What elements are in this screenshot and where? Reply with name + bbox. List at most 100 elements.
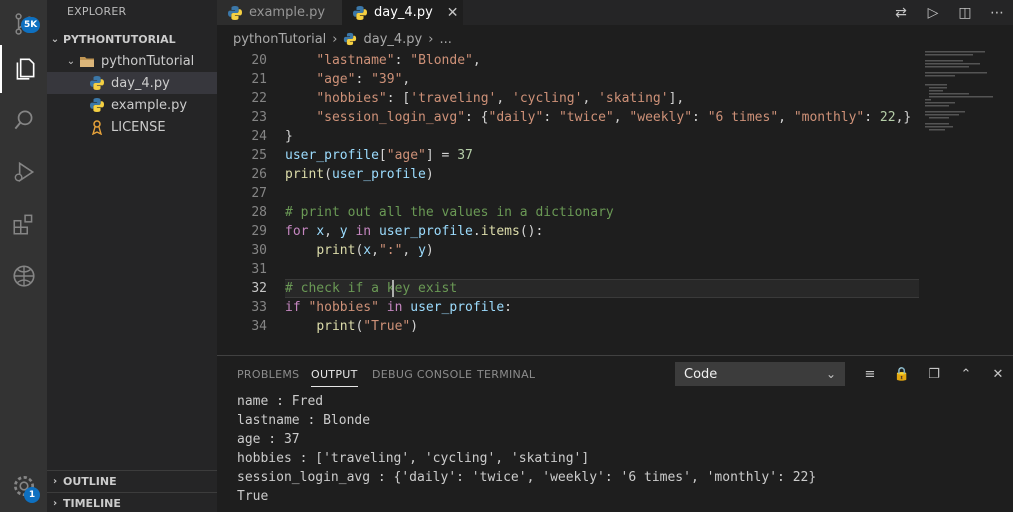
output-line: age : 37 [237,432,300,447]
editor-tab-bar: example.py day_4.py ✕ ⇄ ▷ ◫ ⋯ [217,0,1013,25]
line-number: 23 [251,110,267,125]
close-icon[interactable]: ✕ [447,5,459,21]
output-line: True [237,489,269,504]
file-example[interactable]: example.py [47,94,217,116]
compare-changes-icon[interactable]: ⇄ [885,5,917,21]
code-line: print("True") [316,319,419,334]
chevron-down-icon: ⌄ [66,55,76,67]
open-in-editor-icon[interactable]: ❐ [918,367,950,382]
clear-output-icon[interactable]: ≡ [854,367,886,382]
line-number: 30 [251,243,267,258]
panel-actions: ≡ 🔒 ❐ ⌃ ✕ [854,362,1013,386]
outline-section-header[interactable]: › OUTLINE [47,470,217,492]
timeline-label: TIMELINE [63,497,121,510]
text-cursor [392,280,394,297]
line-number: 31 [251,262,267,277]
tab-day-4-py[interactable]: day_4.py ✕ [342,0,463,25]
code-line: "session_login_avg": {"daily": "twice", … [316,110,912,125]
close-panel-icon[interactable]: ✕ [982,367,1013,382]
minimap[interactable] [925,51,1005,141]
tab-example-py[interactable]: example.py [217,0,342,25]
workspace-section-header[interactable]: ⌄ PYTHONTUTORIAL [47,28,217,50]
line-number: 27 [251,186,267,201]
run-debug-icon [14,161,34,183]
code-editor[interactable]: 20 21 22 23 24 25 26 27 28 29 30 31 32 3… [217,51,1013,353]
folder-label: pythonTutorial [101,53,195,69]
output-channel-select[interactable]: Code ⌄ [675,362,845,386]
search-button[interactable] [0,96,47,144]
code-line: print(x,":", y) [316,243,434,258]
chevron-right-icon: › [332,31,338,47]
line-number: 33 [251,300,267,315]
python-file-icon [89,97,105,113]
chevron-right-icon: › [428,31,434,47]
settings-badge: 1 [24,487,40,503]
file-license[interactable]: LICENSE [47,116,217,138]
output-line: lastname : Blonde [237,413,371,428]
chevron-right-icon: › [52,498,58,509]
code-line: "lastname": "Blonde", [316,53,481,68]
maximize-panel-icon[interactable]: ⌃ [950,367,982,382]
output-line: session_login_avg : {'daily': 'twice', '… [237,470,817,485]
breadcrumb-more[interactable]: ... [439,32,451,47]
code-line: # print out all the values in a dictiona… [285,205,614,220]
tab-label: example.py [249,5,326,20]
lock-scroll-icon[interactable]: 🔒 [886,367,918,382]
output-line: name : Fred [237,394,324,409]
workspace-name: PYTHONTUTORIAL [63,32,176,46]
extensions-button[interactable] [0,200,47,248]
bottom-panel: PROBLEMS OUTPUT DEBUG CONSOLE TERMINAL C… [217,355,1013,512]
breadcrumb-folder[interactable]: pythonTutorial [233,32,326,47]
code-line: "hobbies": ['traveling', 'cycling', 'ska… [316,91,685,106]
output-line: hobbies : ['traveling', 'cycling', 'skat… [237,451,590,466]
sidebar-title: EXPLORER [67,5,127,18]
remote-explorer-button[interactable] [0,252,47,300]
line-number: 24 [251,129,267,144]
line-number: 22 [251,91,267,106]
chevron-down-icon: ⌄ [50,33,60,45]
code-line: print(user_profile) [285,167,434,182]
outline-label: OUTLINE [63,475,117,488]
python-file-icon [343,32,357,46]
editor-scrollbar[interactable] [1005,51,1013,353]
explorer-button[interactable] [0,45,47,93]
more-actions-icon[interactable]: ⋯ [981,5,1013,21]
folder-icon [79,53,95,69]
breadcrumb: pythonTutorial › day_4.py › ... [217,27,452,51]
code-line: user_profile["age"] = 37 [285,148,473,163]
chevron-down-icon: ⌄ [825,367,836,381]
chevron-right-icon: › [52,476,58,487]
tab-debug-console[interactable]: DEBUG CONSOLE [372,368,472,381]
line-number: 26 [251,167,267,182]
breadcrumb-file[interactable]: day_4.py [363,32,422,47]
license-icon [89,119,105,135]
code-line: } [285,129,293,144]
line-number: 34 [251,319,267,334]
line-number: 25 [251,148,267,163]
line-number: 32 [251,281,267,296]
line-number: 20 [251,53,267,68]
file-label: LICENSE [111,119,166,135]
tab-label: day_4.py [374,5,433,20]
run-icon[interactable]: ▷ [917,5,949,21]
globe-icon [12,265,35,287]
source-control-button[interactable]: 5K [0,0,47,48]
line-number: 21 [251,72,267,87]
editor-actions: ⇄ ▷ ◫ ⋯ [885,0,1013,25]
file-day-4[interactable]: day_4.py [47,72,217,94]
run-debug-button[interactable] [0,148,47,196]
folder-pythonTutorial[interactable]: ⌄ pythonTutorial [47,50,217,72]
manage-button[interactable]: 1 [0,462,47,510]
split-editor-icon[interactable]: ◫ [949,5,981,21]
output-channel-value: Code [684,366,718,382]
tab-problems[interactable]: PROBLEMS [237,368,299,381]
tab-output[interactable]: OUTPUT [311,368,358,387]
python-file-icon [89,75,105,91]
code-line: for x, y in user_profile.items(): [285,224,544,239]
activity-bar: 5K 1 [0,0,47,512]
timeline-section-header[interactable]: › TIMELINE [47,492,217,512]
code-line: if "hobbies" in user_profile: [285,300,512,315]
search-icon [14,110,32,130]
code-line: "age": "39", [316,72,411,87]
tab-terminal[interactable]: TERMINAL [477,368,535,381]
